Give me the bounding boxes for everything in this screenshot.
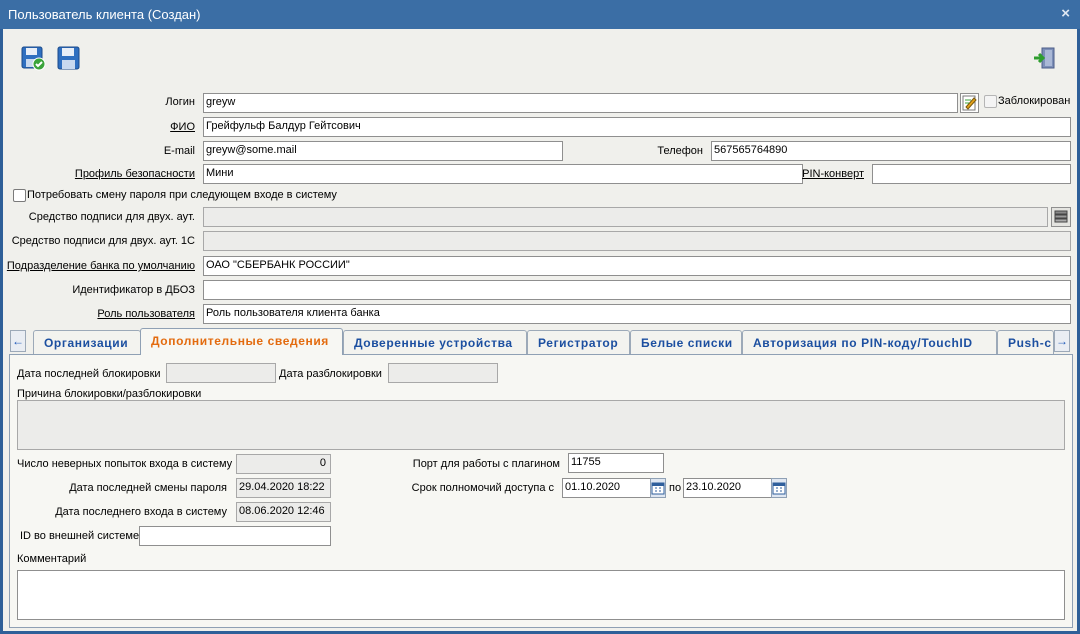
tab-organizations[interactable]: Организации (33, 330, 141, 354)
security-profile-input[interactable]: Мини (203, 164, 803, 184)
dboz-id-input[interactable] (203, 280, 1071, 300)
blocked-checkbox[interactable] (984, 95, 997, 108)
dboz-id-label: Идентификатор в ДБОЗ (72, 284, 195, 296)
failed-attempts-input: 0 (236, 454, 331, 474)
last-login-label: Дата последнего входа в систему (55, 506, 227, 518)
comment-label: Комментарий (17, 553, 87, 565)
last-login-input: 08.06.2020 12:46 (236, 502, 331, 522)
unblock-date-label: Дата разблокировки (279, 368, 382, 380)
bank-unit-label[interactable]: Подразделение банка по умолчанию (7, 260, 195, 272)
tab-scroll-right-icon[interactable]: → (1054, 330, 1070, 352)
plugin-port-label: Порт для работы с плагином (412, 458, 560, 470)
pin-envelope-input[interactable] (872, 164, 1071, 184)
bank-unit-input[interactable]: ОАО "СБЕРБАНК РОССИИ" (203, 256, 1071, 276)
sign-2fa-input (203, 207, 1048, 227)
save-and-close-button[interactable] (20, 45, 46, 71)
sign-2fa-select-button[interactable] (1051, 207, 1071, 227)
user-role-input[interactable]: Роль пользователя клиента банка (203, 304, 1071, 324)
calendar-icon (651, 482, 665, 495)
tab-registrar[interactable]: Регистратор (527, 330, 630, 354)
tab-scroll-left-icon[interactable]: ← (10, 330, 26, 352)
email-label: E-mail (163, 145, 195, 157)
pin-envelope-label[interactable]: PIN-конверт (802, 168, 864, 180)
exit-button[interactable] (1032, 45, 1058, 71)
tab-push[interactable]: Push-c (997, 330, 1054, 354)
failed-attempts-label: Число неверных попыток входа в систему (17, 458, 233, 470)
unblock-date-input (388, 363, 498, 383)
access-to-label: по (669, 482, 682, 494)
external-id-label: ID во внешней системе (20, 530, 140, 542)
comment-textarea[interactable] (17, 570, 1065, 620)
sign-2fa-1c-label: Средство подписи для двух. аут. 1С (11, 235, 195, 247)
last-block-date-label: Дата последней блокировки (17, 368, 161, 380)
fio-input[interactable]: Грейфульф Балдур Гейтсович (203, 117, 1071, 137)
close-icon[interactable]: × (1061, 5, 1070, 22)
last-block-date-input (166, 363, 276, 383)
save-icon (57, 46, 80, 70)
access-to-calendar-button[interactable] (771, 478, 787, 498)
plugin-port-input[interactable]: 11755 (568, 453, 664, 473)
edit-icon (962, 95, 977, 111)
last-password-change-input: 29.04.2020 18:22 (236, 478, 331, 498)
require-password-change-checkbox[interactable] (13, 189, 26, 202)
user-role-label[interactable]: Роль пользователя (97, 308, 195, 320)
login-input[interactable]: greyw (203, 93, 958, 113)
fio-label[interactable]: ФИО (170, 121, 195, 133)
access-to-input[interactable]: 23.10.2020 (683, 478, 772, 498)
stack-icon (1054, 210, 1068, 223)
require-password-change-label: Потребовать смену пароля при следующем в… (27, 189, 337, 201)
tab-bar: ← Организации Дополнительные сведения До… (9, 328, 1073, 355)
block-reason-label: Причина блокировки/разблокировки (17, 388, 202, 400)
sign-2fa-1c-input (203, 231, 1071, 251)
login-label: Логин (165, 96, 195, 108)
email-input[interactable]: greyw@some.mail (203, 141, 563, 161)
external-id-input[interactable] (139, 526, 331, 546)
security-profile-label[interactable]: Профиль безопасности (75, 168, 195, 180)
dialog-window: Пользователь клиента (Создан) × Логин gr… (0, 0, 1080, 634)
access-from-calendar-button[interactable] (650, 478, 666, 498)
tab-pin-touchid-auth[interactable]: Авторизация по PIN-коду/TouchID (742, 330, 997, 354)
tab-white-lists[interactable]: Белые списки (630, 330, 742, 354)
access-period-label: Срок полномочий доступа с (411, 482, 554, 494)
block-reason-textarea (17, 400, 1065, 450)
last-password-change-label: Дата последней смены пароля (69, 482, 227, 494)
calendar-icon (772, 482, 786, 495)
tab-additional-info[interactable]: Дополнительные сведения (140, 328, 343, 355)
window-title: Пользователь клиента (Создан) (8, 7, 201, 22)
sign-2fa-label: Средство подписи для двух. аут. (28, 211, 195, 223)
phone-label: Телефон (657, 145, 703, 157)
access-from-input[interactable]: 01.10.2020 (562, 478, 651, 498)
save-check-icon (21, 46, 46, 71)
save-button[interactable] (55, 45, 81, 71)
title-bar[interactable]: Пользователь клиента (Создан) × (0, 0, 1080, 29)
tab-trusted-devices[interactable]: Доверенные устройства (343, 330, 527, 354)
exit-door-icon (1034, 47, 1055, 69)
phone-input[interactable]: 567565764890 (711, 141, 1071, 161)
blocked-label: Заблокирован (998, 95, 1071, 107)
edit-login-button[interactable] (960, 93, 979, 113)
